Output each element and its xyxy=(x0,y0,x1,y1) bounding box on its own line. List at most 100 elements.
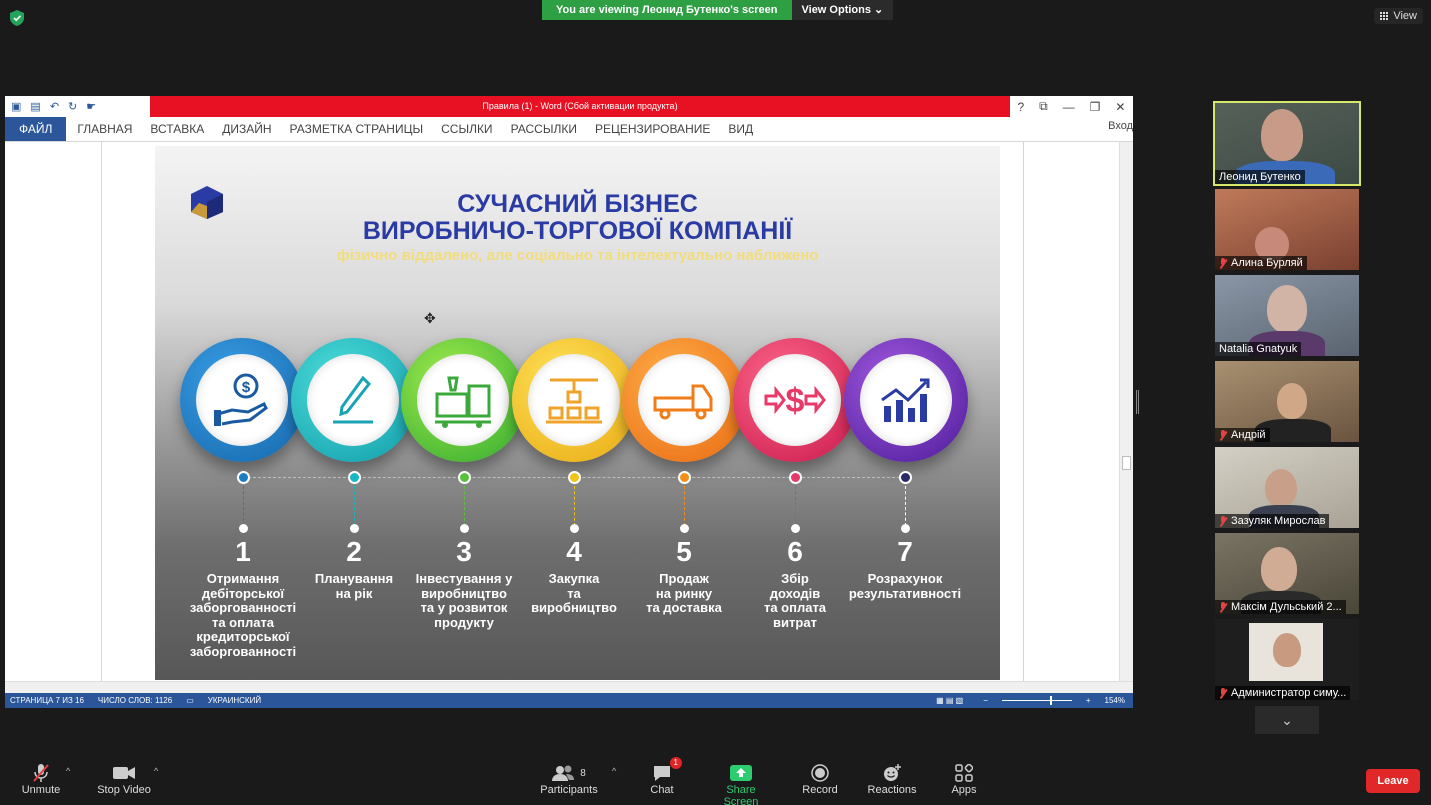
participant-name: Алина Бурляй xyxy=(1215,256,1307,270)
tab-view[interactable]: ВИД xyxy=(719,117,762,141)
view-mode-icons[interactable]: ▦ ▤ ▧ xyxy=(936,696,963,705)
mic-muted-icon xyxy=(1219,515,1227,527)
apps-button[interactable]: Apps xyxy=(948,762,980,796)
chat-button[interactable]: 1 Chat xyxy=(648,757,682,796)
timeline-node-1 xyxy=(237,471,250,484)
reactions-label: Reactions xyxy=(867,784,917,796)
step-5-number: 5 xyxy=(676,536,692,567)
truck-icon xyxy=(653,384,713,420)
step-4-number: 4 xyxy=(566,536,582,567)
step-2-circle xyxy=(291,338,415,462)
share-screen-button[interactable]: Share Screen xyxy=(708,762,774,805)
money-exchange-icon: $ xyxy=(764,382,826,420)
zoom-slider[interactable] xyxy=(1001,696,1072,705)
mic-muted-icon xyxy=(1219,687,1227,699)
step-1-number: 1 xyxy=(235,536,251,567)
video-options-caret-icon[interactable]: ^ xyxy=(154,766,158,776)
leave-button[interactable]: Leave xyxy=(1366,769,1420,793)
step-dot-2 xyxy=(350,524,359,533)
participant-tile-0[interactable]: Леонид Бутенко xyxy=(1213,101,1361,186)
timeline-node-3 xyxy=(458,471,471,484)
word-count[interactable]: ЧИСЛО СЛОВ: 1126 xyxy=(98,696,172,705)
participant-name: Леонид Бутенко xyxy=(1215,170,1305,184)
redo-icon[interactable]: ↻ xyxy=(68,100,77,113)
restore-icon[interactable]: ❐ xyxy=(1090,100,1101,114)
participant-name: Максім Дульський 2... xyxy=(1215,600,1346,614)
tab-design[interactable]: ДИЗАЙН xyxy=(213,117,280,141)
zoom-level[interactable]: 154% xyxy=(1105,696,1125,705)
avatar xyxy=(1267,285,1307,333)
panel-splitter[interactable] xyxy=(1136,390,1139,414)
reactions-smiley-icon xyxy=(867,762,917,784)
step-3-number: 3 xyxy=(456,536,472,567)
timeline-node-6 xyxy=(789,471,802,484)
view-options-button[interactable]: View Options ⌄ xyxy=(791,0,894,20)
zoom-out-icon[interactable]: − xyxy=(983,696,988,705)
participants-button[interactable]: 8 Participants xyxy=(538,762,600,796)
tab-insert[interactable]: ВСТАВКА xyxy=(141,117,213,141)
participant-tile-2[interactable]: Natalia Gnatyuk xyxy=(1215,275,1359,356)
stop-video-button[interactable]: Stop Video xyxy=(96,762,152,796)
view-button[interactable]: View xyxy=(1374,8,1423,24)
tab-references[interactable]: ССЫЛКИ xyxy=(432,117,501,141)
language[interactable]: УКРАИНСКИЙ xyxy=(208,696,261,705)
help-icon[interactable]: ? xyxy=(1017,100,1024,114)
timeline-node-7 xyxy=(899,471,912,484)
more-participants-chevron-down-icon[interactable]: ⌄ xyxy=(1255,706,1319,734)
vertical-scrollbar[interactable] xyxy=(1119,142,1133,682)
tab-review[interactable]: РЕЦЕНЗИРОВАНИЕ xyxy=(586,117,719,141)
participant-tile-4[interactable]: Зазуляк Мирослав xyxy=(1215,447,1359,528)
chat-label: Chat xyxy=(650,784,674,796)
screen-share-banner: You are viewing Леонид Бутенко's screen … xyxy=(542,0,894,20)
undo-icon[interactable]: ↶ xyxy=(50,100,59,113)
security-shield-icon[interactable] xyxy=(10,10,24,26)
tab-file[interactable]: ФАЙЛ xyxy=(5,117,67,141)
close-icon[interactable]: ✕ xyxy=(1115,100,1125,114)
apps-icon xyxy=(948,762,980,784)
record-button[interactable]: Record xyxy=(802,762,838,796)
stop-video-label: Stop Video xyxy=(97,784,151,796)
tab-home[interactable]: ГЛАВНАЯ xyxy=(68,117,141,141)
mic-muted-icon xyxy=(1219,429,1227,441)
mic-muted-icon xyxy=(1219,257,1227,269)
save-icon[interactable]: ▤ xyxy=(30,100,40,113)
word-logo-icon: ▣ xyxy=(11,101,22,113)
unmute-button[interactable]: Unmute xyxy=(20,762,62,796)
tab-mailings[interactable]: РАССЫЛКИ xyxy=(502,117,586,141)
page-count[interactable]: СТРАНИЦА 7 ИЗ 16 xyxy=(10,696,84,705)
participant-tile-3[interactable]: Андрій xyxy=(1215,361,1359,442)
horizontal-scrollbar[interactable] xyxy=(5,681,1133,693)
participants-caret-icon[interactable]: ^ xyxy=(612,766,616,776)
step-dot-7 xyxy=(901,524,910,533)
tab-page-layout[interactable]: РАЗМЕТКА СТРАНИЦЫ xyxy=(281,117,433,141)
zoom-meeting-window: You are viewing Леонид Бутенко's screen … xyxy=(0,0,1431,805)
step-2-number: 2 xyxy=(346,536,362,567)
mic-off-icon xyxy=(20,762,62,784)
step-1-text: Отримання дебіторської заборгованності т… xyxy=(189,571,297,659)
record-icon xyxy=(802,762,838,784)
chat-bubble-icon: 1 xyxy=(648,757,682,784)
zoom-in-icon[interactable]: + xyxy=(1086,696,1091,705)
step-5-circle xyxy=(622,338,746,462)
timeline-node-2 xyxy=(348,471,361,484)
pen-icon xyxy=(333,375,373,424)
audio-options-caret-icon[interactable]: ^ xyxy=(66,766,70,776)
participant-tile-1[interactable]: Алина Бурляй xyxy=(1215,189,1359,270)
participant-tile-5[interactable]: Максім Дульський 2... xyxy=(1215,533,1359,614)
proofing-icon[interactable]: ▭ xyxy=(186,696,194,705)
step-2-text: Планування на рік xyxy=(314,571,394,601)
timeline-node-5 xyxy=(678,471,691,484)
scroll-thumb[interactable] xyxy=(1122,456,1131,470)
step-7-number: 7 xyxy=(897,536,913,567)
meeting-toolbar: Unmute ^ Stop Video ^ 8 Participants ^ 1… xyxy=(0,752,1431,805)
avatar xyxy=(1261,109,1303,161)
ribbon-display-icon[interactable]: ⧉ xyxy=(1039,99,1048,114)
sign-in-link[interactable]: Вход xyxy=(1108,120,1133,132)
minimize-icon[interactable]: — xyxy=(1063,100,1075,114)
growth-chart-icon xyxy=(881,378,930,422)
reactions-button[interactable]: Reactions xyxy=(867,762,917,796)
step-3-circle xyxy=(401,338,525,462)
touch-mode-icon[interactable]: ☛ xyxy=(86,100,96,113)
step-dot-5 xyxy=(680,524,689,533)
participant-tile-6[interactable]: Администратор симу... xyxy=(1215,619,1359,700)
